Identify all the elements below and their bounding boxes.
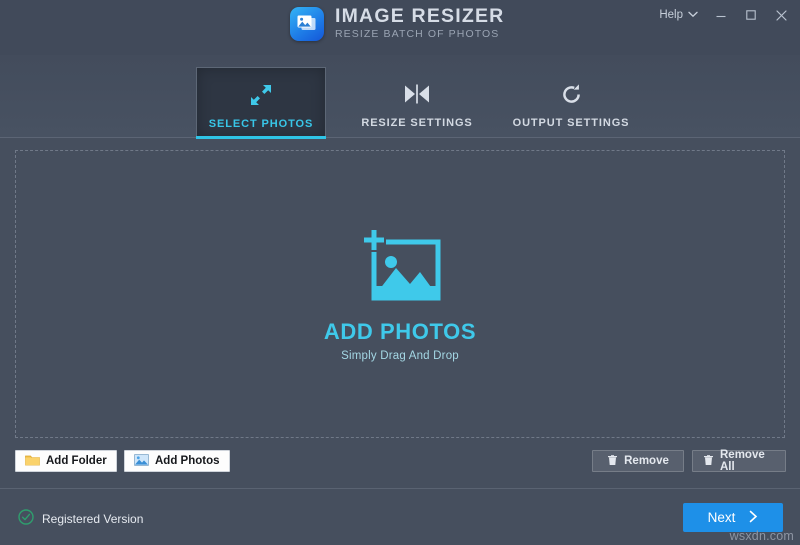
dropzone-subtitle: Simply Drag And Drop [341,350,459,362]
trash-icon [703,454,714,469]
tab-label: RESIZE SETTINGS [361,117,473,129]
tab-resize-settings[interactable]: RESIZE SETTINGS [352,67,482,138]
window-controls: Help [651,0,796,30]
chevron-right-icon [749,510,758,526]
dropzone-title: ADD PHOTOS [323,319,477,344]
app-subtitle: RESIZE BATCH OF PHOTOS [335,28,500,40]
tab-output-settings[interactable]: OUTPUT SETTINGS [506,67,636,138]
add-photos-button[interactable]: Add Photos [124,450,230,472]
help-menu-button[interactable]: Help [651,2,706,28]
trash-icon [607,454,618,469]
remove-label: Remove [624,455,669,467]
registered-label: Registered Version [42,511,144,526]
minimize-icon[interactable] [706,2,736,28]
tab-select-photos[interactable]: SELECT PHOTOS [196,67,326,139]
photo-stack-icon [290,6,324,41]
check-circle-icon [18,509,34,528]
tab-label: SELECT PHOTOS [208,118,314,130]
brand: IMAGE RESIZER RESIZE BATCH OF PHOTOS [290,6,504,41]
add-folder-button[interactable]: Add Folder [15,450,117,472]
rotate-clockwise-icon [559,79,584,109]
folder-icon [25,454,40,469]
title-bar: IMAGE RESIZER RESIZE BATCH OF PHOTOS Hel… [0,0,800,55]
remove-button[interactable]: Remove [592,450,684,472]
registered-status: Registered Version [18,509,143,528]
next-button[interactable]: Next [683,503,783,532]
tab-label: OUTPUT SETTINGS [512,117,630,129]
expand-diagonal-arrows-icon [248,80,274,110]
remove-all-button[interactable]: Remove All [692,449,786,473]
close-icon[interactable] [766,2,796,28]
action-row: Add Folder Add Photos Remove Remove All [0,445,800,487]
image-resizer-window: IMAGE RESIZER RESIZE BATCH OF PHOTOS Hel… [0,0,800,545]
picture-icon [134,453,149,469]
add-picture-icon [354,226,446,309]
maximize-icon[interactable] [736,2,766,28]
page-title: IMAGE RESIZER [335,5,505,27]
help-label: Help [659,9,683,21]
remove-all-label: Remove All [720,449,765,473]
watermark: wsxdn.com [729,529,794,543]
add-folder-label: Add Folder [46,455,107,467]
add-photos-label: Add Photos [155,455,220,467]
status-bar: Registered Version Next wsxdn.com [0,488,800,545]
tab-bar: SELECT PHOTOS RESIZE SETTINGS OUTPUT SET… [0,55,800,139]
chevron-down-icon [688,9,698,21]
next-label: Next [707,510,736,525]
collapse-horizontal-icon [403,79,431,109]
add-photos-dropzone[interactable]: ADD PHOTOS Simply Drag And Drop [15,150,785,438]
